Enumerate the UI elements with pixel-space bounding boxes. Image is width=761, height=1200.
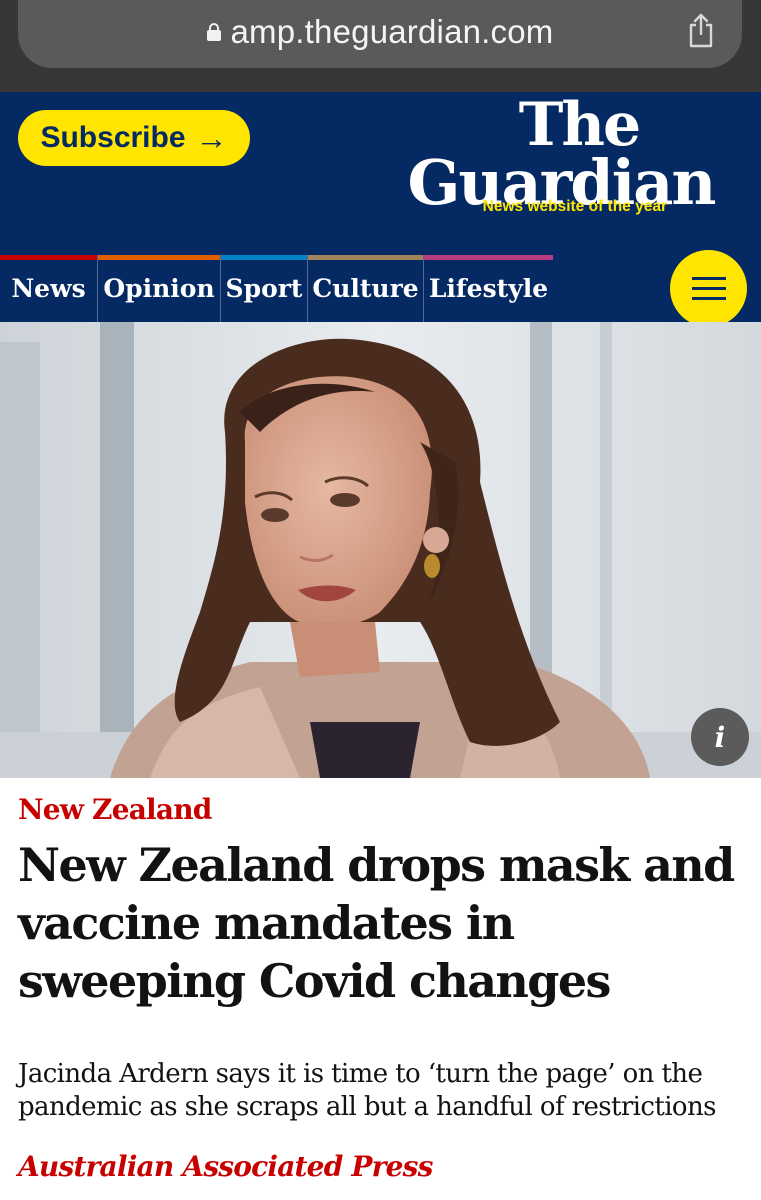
- article-standfirst: Jacinda Ardern says it is time to ‘turn …: [18, 1059, 716, 1122]
- hamburger-menu-icon[interactable]: [670, 250, 747, 327]
- photo-illustration: [0, 322, 761, 778]
- address-bar[interactable]: amp.theguardian.com: [18, 0, 742, 68]
- logo-tagline: News website of the year: [482, 198, 667, 215]
- image-info-button[interactable]: i: [691, 708, 749, 766]
- article-headline: New Zealand drops mask and vaccine manda…: [18, 838, 735, 1008]
- nav-item-label: Sport: [225, 274, 303, 303]
- nav-item-label: Culture: [312, 274, 419, 303]
- info-icon: i: [714, 720, 726, 754]
- url-text[interactable]: amp.theguardian.com: [231, 13, 554, 51]
- nav-item-label: Opinion: [103, 274, 215, 303]
- address-bar-content: amp.theguardian.com: [18, 10, 742, 54]
- nav-item-sport[interactable]: Sport: [221, 255, 308, 322]
- subscribe-button[interactable]: Subscribe →: [18, 110, 250, 166]
- lock-icon: [206, 23, 221, 41]
- nav-item-label: News: [11, 274, 86, 303]
- subscribe-label: Subscribe: [40, 121, 186, 154]
- nav-item-culture[interactable]: Culture: [308, 255, 424, 322]
- nav-item-label: Lifestyle: [428, 274, 549, 303]
- share-icon[interactable]: [686, 12, 716, 48]
- section-nav: News Opinion Sport Culture Lifestyle: [0, 255, 553, 322]
- arrow-right-icon: →: [195, 120, 228, 156]
- hero-image: [0, 322, 761, 778]
- article-byline[interactable]: Australian Associated Press: [18, 1150, 433, 1183]
- browser-toolbar: amp.theguardian.com: [0, 0, 761, 92]
- section-kicker[interactable]: New Zealand: [18, 793, 212, 826]
- nav-item-lifestyle[interactable]: Lifestyle: [424, 255, 553, 322]
- nav-item-opinion[interactable]: Opinion: [98, 255, 221, 322]
- nav-item-news[interactable]: News: [0, 255, 98, 322]
